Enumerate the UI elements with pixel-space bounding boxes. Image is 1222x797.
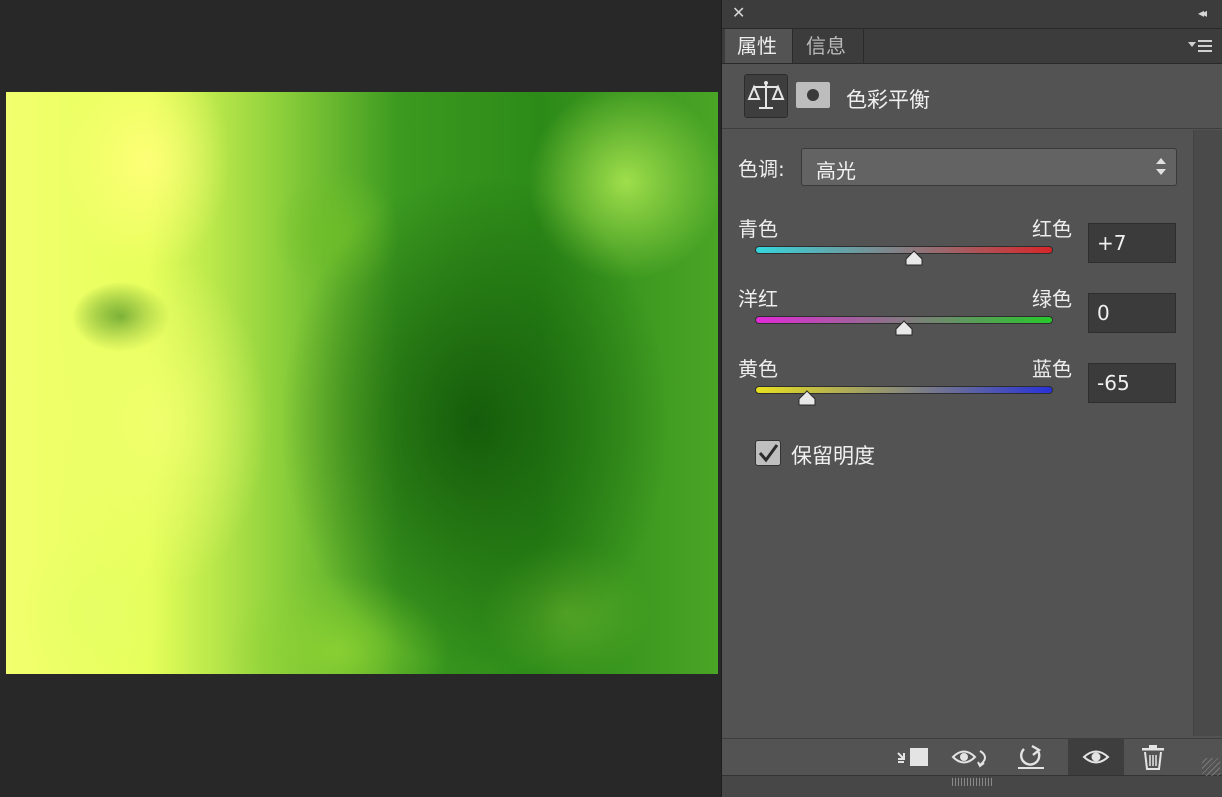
- tone-select-value: 高光: [816, 159, 856, 183]
- close-icon[interactable]: ✕: [732, 4, 748, 22]
- yellow-blue-value-field[interactable]: -65: [1088, 363, 1176, 403]
- slider-left-label: 洋红: [738, 287, 778, 311]
- adjustment-header: 色彩平衡: [722, 64, 1222, 129]
- yellow-blue-slider-group: 黄色 蓝色 -65: [722, 353, 1192, 423]
- clip-to-layer-icon[interactable]: [894, 743, 932, 771]
- corner-resize-icon[interactable]: [1202, 758, 1220, 776]
- cyan-red-value-field[interactable]: +7: [1088, 223, 1176, 263]
- tab-properties[interactable]: 属性: [725, 29, 793, 63]
- select-arrows-icon: [1156, 157, 1166, 179]
- yellow-blue-slider-thumb[interactable]: [797, 390, 817, 406]
- adjustment-title: 色彩平衡: [846, 88, 930, 112]
- double-chevron-right-icon[interactable]: ◂◂: [1198, 5, 1214, 21]
- trash-icon[interactable]: [1138, 743, 1168, 771]
- tone-select[interactable]: 高光: [801, 148, 1177, 186]
- panel-menu-icon[interactable]: [1188, 37, 1214, 55]
- view-previous-state-icon[interactable]: [950, 743, 994, 771]
- visibility-toggle[interactable]: [1068, 739, 1124, 775]
- panel-bottom-bar: [722, 758, 1222, 797]
- panel-footer: [722, 738, 1222, 775]
- tone-label: 色调:: [738, 157, 785, 181]
- layer-mask-icon[interactable]: [796, 82, 830, 108]
- resize-grip-icon[interactable]: [952, 778, 992, 786]
- preserve-luminosity-checkbox[interactable]: [755, 440, 781, 466]
- cyan-red-slider-thumb[interactable]: [904, 250, 924, 266]
- properties-panel: ✕ ◂◂ 属性 信息 色彩平衡 色调: 高光 青色 红色 +7 洋红 绿色 0 …: [721, 0, 1222, 797]
- panel-titlebar: ✕ ◂◂: [722, 0, 1222, 29]
- preserve-luminosity-label: 保留明度: [791, 444, 875, 468]
- slider-right-label: 绿色: [1032, 287, 1072, 311]
- slider-left-label: 黄色: [738, 357, 778, 381]
- magenta-green-slider-thumb[interactable]: [894, 320, 914, 336]
- tab-info[interactable]: 信息: [794, 29, 864, 63]
- magenta-green-value-field[interactable]: 0: [1088, 293, 1176, 333]
- tab-strip: 属性 信息: [722, 29, 1222, 64]
- checkmark-icon: [758, 444, 779, 463]
- slider-left-label: 青色: [738, 217, 778, 241]
- panel-scrollbar[interactable]: [1193, 130, 1222, 736]
- cyan-red-slider-group: 青色 红色 +7: [722, 213, 1192, 283]
- magenta-green-slider-group: 洋红 绿色 0: [722, 283, 1192, 353]
- balance-scale-icon[interactable]: [744, 74, 788, 118]
- eye-icon: [1082, 750, 1110, 764]
- reset-icon[interactable]: [1014, 743, 1048, 771]
- slider-right-label: 蓝色: [1032, 357, 1072, 381]
- slider-right-label: 红色: [1032, 217, 1072, 241]
- document-canvas-image[interactable]: [6, 92, 718, 674]
